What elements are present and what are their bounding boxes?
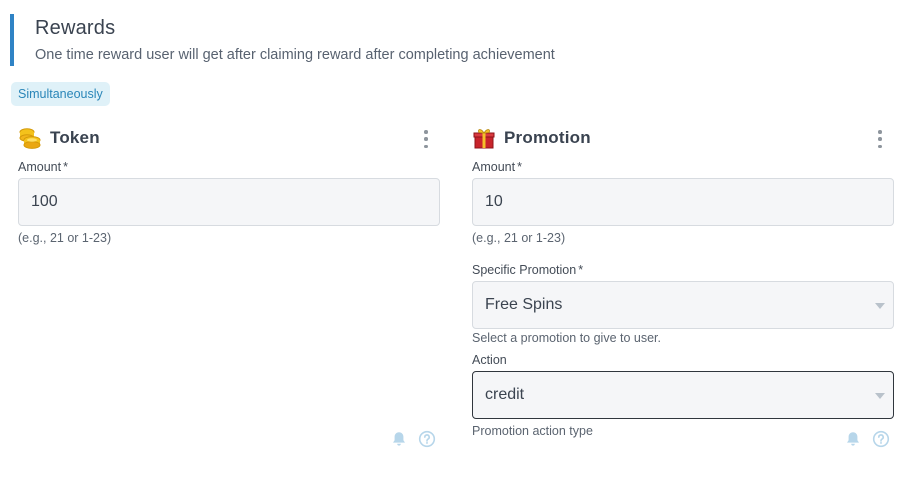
token-amount-hint: (e.g., 21 or 1-23)	[18, 231, 112, 245]
page-subtitle: One time reward user will get after clai…	[35, 47, 555, 63]
action-hint: Promotion action type	[472, 424, 593, 438]
promotion-footer-icons	[844, 430, 890, 448]
promotion-reward-card: Promotion Amount * 10 (e.g., 21 or 1-23) …	[472, 124, 894, 464]
required-mark: *	[578, 263, 584, 277]
token-amount-value: 100	[31, 193, 58, 210]
chevron-down-icon[interactable]	[875, 393, 885, 399]
promotion-header: Promotion	[472, 124, 894, 152]
promotion-amount-label: Amount *	[472, 160, 894, 174]
required-mark: *	[517, 160, 522, 174]
bell-icon[interactable]	[844, 430, 862, 448]
promotion-amount-hint: (e.g., 21 or 1-23)	[472, 231, 566, 245]
token-amount-label-text: Amount	[18, 160, 62, 174]
token-amount-label: Amount *	[18, 160, 440, 174]
token-more-menu-icon[interactable]	[420, 130, 432, 148]
bell-icon[interactable]	[390, 430, 408, 448]
rewards-header: Rewards One time reward user will get af…	[10, 14, 890, 66]
help-icon[interactable]	[418, 430, 436, 448]
action-label: Action	[472, 353, 507, 367]
specific-promotion-value: Free Spins	[485, 296, 563, 313]
required-mark: *	[63, 160, 68, 174]
promotion-amount-value: 10	[485, 193, 503, 210]
specific-promotion-label-text: Specific Promotion	[472, 263, 577, 277]
page-title: Rewards	[35, 17, 116, 39]
specific-promotion-label: Specific Promotion *	[472, 263, 894, 277]
token-title: Token	[50, 128, 100, 147]
action-value: credit	[485, 386, 525, 403]
gift-icon	[473, 129, 495, 149]
token-footer-icons	[390, 430, 436, 448]
chevron-down-icon[interactable]	[875, 303, 885, 309]
token-header: Token	[18, 124, 440, 152]
promotion-amount-label-text: Amount	[472, 160, 516, 174]
help-icon[interactable]	[872, 430, 890, 448]
simultaneously-badge: Simultaneously	[11, 82, 110, 106]
action-select[interactable]: credit	[472, 371, 894, 419]
specific-promotion-select[interactable]: Free Spins	[472, 281, 894, 329]
token-amount-input[interactable]: 100	[18, 178, 440, 226]
promotion-more-menu-icon[interactable]	[874, 130, 886, 148]
promotion-amount-input[interactable]: 10	[472, 178, 894, 226]
promotion-title: Promotion	[504, 128, 591, 147]
specific-promotion-hint: Select a promotion to give to user.	[472, 331, 661, 345]
token-reward-card: Token Amount * 100 (e.g., 21 or 1-23)	[18, 124, 440, 464]
coins-icon	[19, 128, 41, 149]
